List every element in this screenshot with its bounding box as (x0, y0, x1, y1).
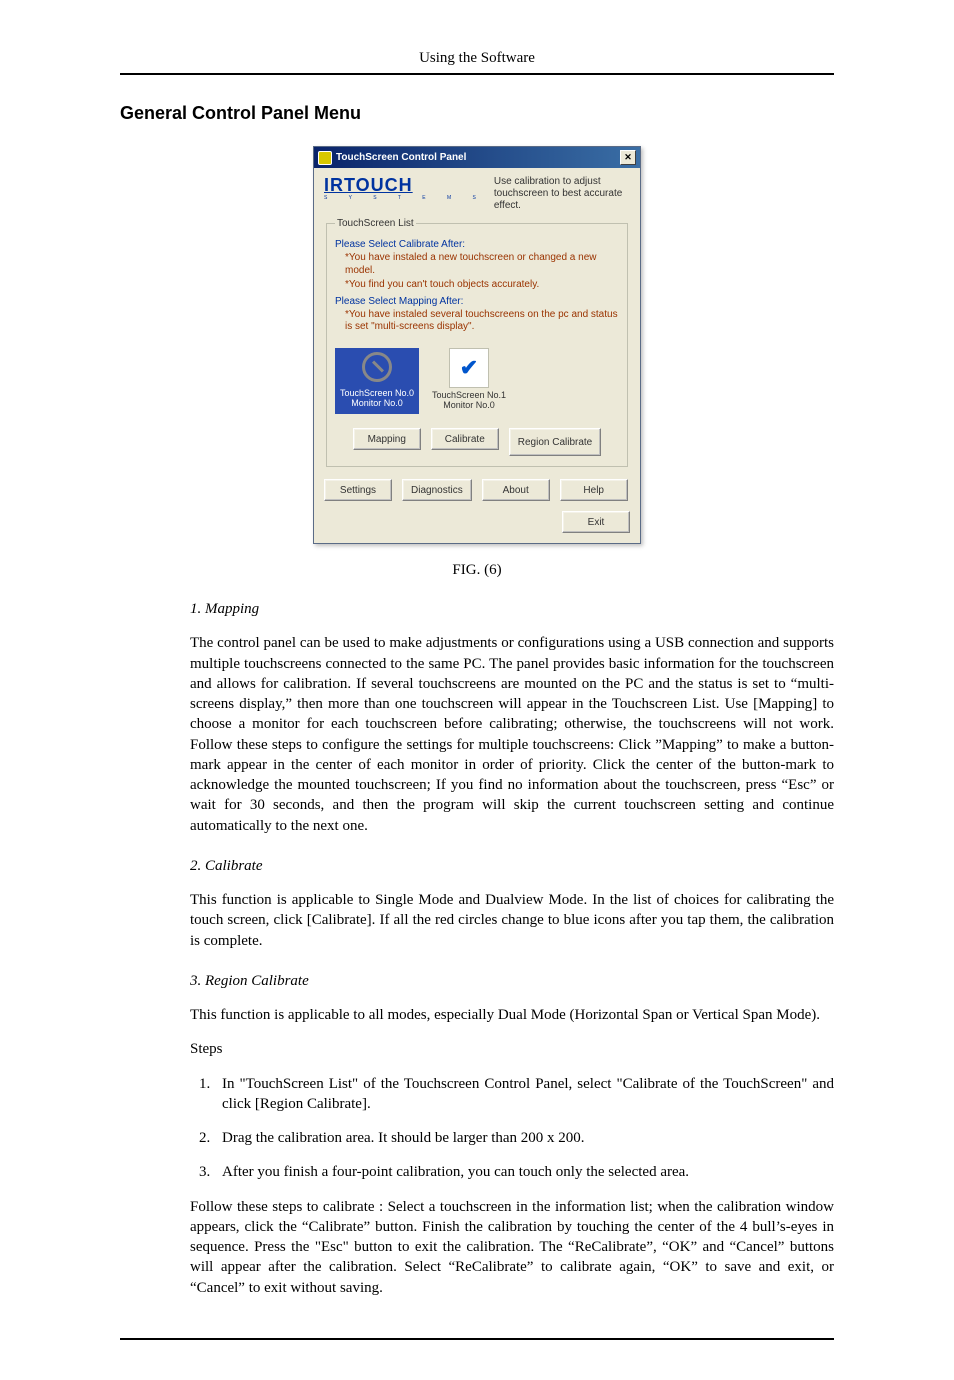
note-multi-screens: *You have instaled several touchscreens … (345, 309, 619, 334)
para-calibration-followup: Follow these steps to calibrate : Select… (190, 1197, 834, 1298)
brand-subtext: S Y S T E M S (324, 195, 486, 201)
about-button[interactable]: About (482, 479, 550, 501)
settings-button[interactable]: Settings (324, 479, 392, 501)
touchscreen-thumb-0[interactable]: TouchScreen No.0 Monitor No.0 (335, 348, 419, 415)
app-icon (318, 151, 332, 165)
note-touch-accuracy: *You find you can't touch objects accura… (345, 279, 619, 292)
disabled-icon (362, 352, 392, 382)
step-2: Drag the calibration area. It should be … (214, 1128, 834, 1148)
help-button[interactable]: Help (560, 479, 628, 501)
subheading-calibrate: 2. Calibrate (190, 856, 834, 876)
para-calibrate: This function is applicable to Single Mo… (190, 890, 834, 951)
brand-logo: IRTOUCH (324, 176, 486, 194)
control-panel-dialog: TouchScreen Control Panel ✕ IRTOUCH S Y … (313, 146, 641, 544)
close-icon[interactable]: ✕ (620, 150, 636, 165)
para-mapping: The control panel can be used to make ad… (190, 633, 834, 836)
section-title: General Control Panel Menu (120, 103, 834, 124)
subheading-region-calibrate: 3. Region Calibrate (190, 971, 834, 991)
footer-rule (120, 1338, 834, 1340)
mapping-button[interactable]: Mapping (353, 428, 421, 450)
note-new-touchscreen: *You have instaled a new touchscreen or … (345, 252, 619, 277)
thumb0-line2: Monitor No.0 (337, 398, 417, 408)
prompt-calibrate: Please Select Calibrate After: (335, 239, 619, 250)
touchscreen-thumb-1[interactable]: ✔ TouchScreen No.1 Monitor No.0 (427, 348, 511, 415)
step-3: After you finish a four-point calibratio… (214, 1162, 834, 1182)
calibrate-button[interactable]: Calibrate (431, 428, 499, 450)
subheading-mapping: 1. Mapping (190, 599, 834, 619)
touchscreen-list-fieldset: TouchScreen List Please Select Calibrate… (326, 218, 628, 467)
thumb0-line1: TouchScreen No.0 (337, 388, 417, 398)
thumb1-line1: TouchScreen No.1 (429, 390, 509, 400)
region-calibrate-button[interactable]: Region Calibrate (509, 428, 602, 456)
diagnostics-button[interactable]: Diagnostics (402, 479, 472, 501)
figure-wrapper: TouchScreen Control Panel ✕ IRTOUCH S Y … (120, 146, 834, 579)
running-header: Using the Software (120, 50, 834, 67)
checkmark-icon: ✔ (460, 355, 478, 381)
step-1: In "TouchScreen List" of the Touchscreen… (214, 1074, 834, 1115)
dialog-headline: Use calibration to adjust touchscreen to… (494, 176, 630, 212)
dialog-title: TouchScreen Control Panel (336, 152, 466, 163)
dialog-titlebar: TouchScreen Control Panel ✕ (314, 147, 640, 168)
para-region-calibrate: This function is applicable to all modes… (190, 1005, 834, 1025)
thumb1-line2: Monitor No.0 (429, 400, 509, 410)
exit-button[interactable]: Exit (562, 511, 630, 533)
fieldset-legend: TouchScreen List (335, 218, 416, 229)
steps-list: In "TouchScreen List" of the Touchscreen… (190, 1074, 834, 1183)
figure-caption: FIG. (6) (452, 562, 501, 579)
steps-label: Steps (190, 1039, 834, 1059)
header-rule (120, 73, 834, 75)
prompt-mapping: Please Select Mapping After: (335, 296, 619, 307)
